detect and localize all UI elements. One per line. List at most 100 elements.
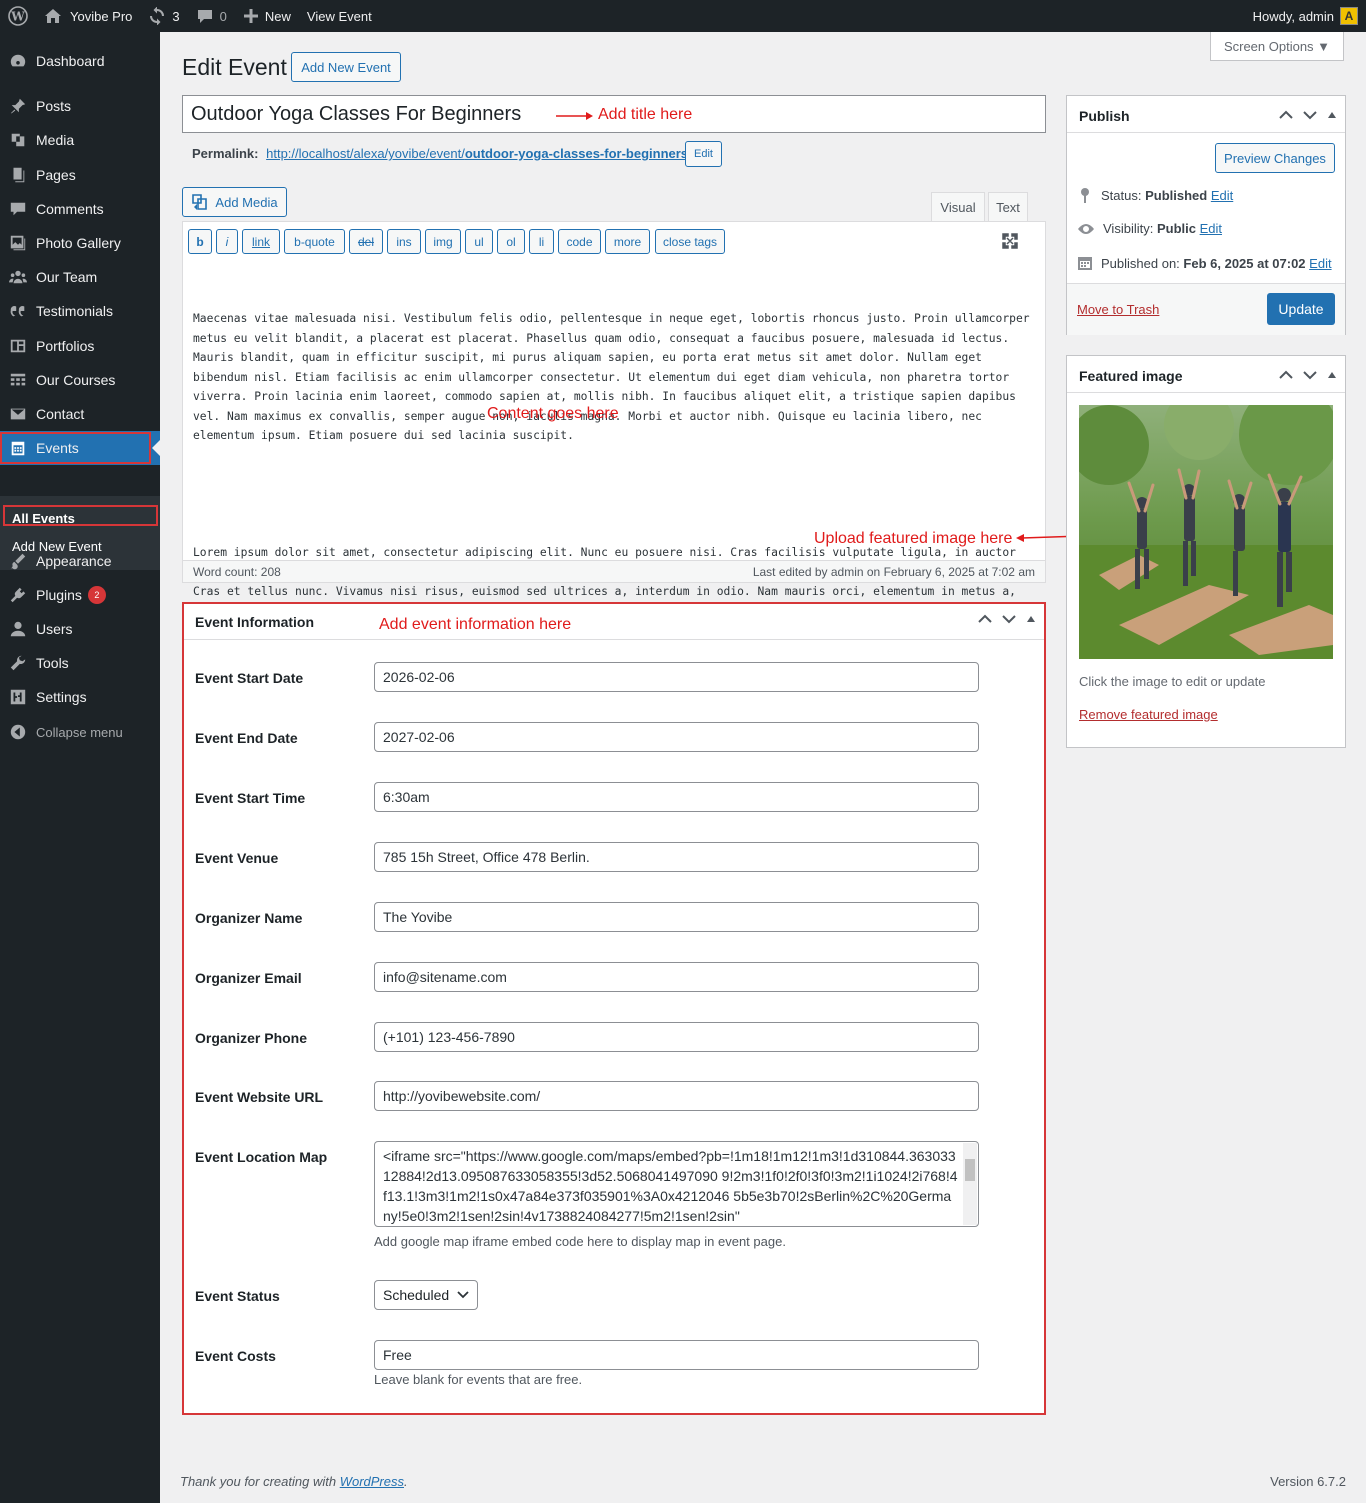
qt-italic-button[interactable]: i [216, 229, 238, 254]
comment-bubble-icon [197, 10, 212, 23]
active-indicator [152, 440, 160, 456]
organizer-name-input[interactable]: The Yovibe [374, 902, 979, 932]
menu-appearance[interactable]: Appearance [0, 544, 160, 578]
menu-users[interactable]: Users [0, 612, 160, 646]
status-edit-link[interactable]: Edit [1211, 188, 1233, 203]
visibility-value: Public [1156, 221, 1196, 236]
menu-photo-gallery[interactable]: Photo Gallery [0, 226, 160, 260]
visibility-edit-link[interactable]: Edit [1200, 221, 1222, 236]
qt-ul-button[interactable]: ul [465, 229, 493, 254]
qt-li-button[interactable]: li [529, 229, 554, 254]
update-button[interactable]: Update [1267, 293, 1335, 325]
add-new-event-button[interactable]: Add New Event [291, 52, 401, 82]
view-event-link[interactable]: View Event [299, 0, 380, 32]
menu-our-team[interactable]: Our Team [0, 260, 160, 294]
chevron-up-icon[interactable] [978, 614, 992, 624]
event-start-date-label: Event Start Date [195, 670, 304, 686]
menu-pages[interactable]: Pages [0, 158, 160, 192]
map-embed-code: <iframe src="https://www.google.com/maps… [383, 1148, 958, 1224]
qt-more-button[interactable]: more [605, 229, 650, 254]
qt-close-tags-button[interactable]: close tags [655, 229, 725, 254]
qt-bquote-button[interactable]: b-quote [284, 229, 345, 254]
menu-comments[interactable]: Comments [0, 192, 160, 226]
menu-label: Portfolios [36, 338, 95, 354]
qt-ins-button[interactable]: ins [387, 229, 421, 254]
qt-code-button[interactable]: code [558, 229, 601, 254]
menu-settings[interactable]: Settings [0, 680, 160, 714]
chevron-up-icon[interactable] [1279, 370, 1293, 380]
menu-dashboard[interactable]: Dashboard [0, 44, 160, 78]
event-start-time-input[interactable]: 6:30am [374, 782, 979, 812]
menu-label: Users [36, 621, 73, 637]
wrench-icon [10, 655, 26, 671]
organizer-phone-label: Organizer Phone [195, 1030, 308, 1046]
event-venue-input[interactable]: 785 15h Street, Office 478 Berlin. [374, 842, 979, 872]
chevron-down-icon[interactable] [1002, 614, 1016, 624]
menu-testimonials[interactable]: Testimonials [0, 294, 160, 328]
remove-featured-image-link[interactable]: Remove featured image [1079, 707, 1218, 722]
qt-link-button[interactable]: link [242, 229, 280, 254]
menu-contact[interactable]: Contact [0, 397, 160, 431]
menu-plugins[interactable]: Plugins 2 [0, 578, 160, 612]
permalink-edit-button[interactable]: Edit [685, 141, 722, 167]
qt-img-button[interactable]: img [425, 229, 461, 254]
event-info-header[interactable]: Event Information [184, 604, 1044, 640]
qt-bold-button[interactable]: b [188, 229, 212, 254]
gallery-icon [10, 235, 26, 251]
site-name: Yovibe Pro [70, 8, 133, 24]
events-highlight-box [0, 432, 151, 464]
wordpress-logo-icon[interactable]: W [0, 0, 36, 32]
event-website-input[interactable]: http://yovibewebsite.com/ [374, 1081, 979, 1111]
last-edited: Last edited by admin on February 6, 2025… [752, 564, 1035, 579]
chevron-down-icon[interactable] [1303, 370, 1317, 380]
collapse-triangle-icon[interactable] [1327, 111, 1337, 119]
collapse-menu-button[interactable]: Collapse menu [0, 715, 160, 749]
organizer-email-input[interactable]: info@sitename.com [374, 962, 979, 992]
footer-wordpress-link[interactable]: WordPress [340, 1474, 404, 1489]
collapse-triangle-icon[interactable] [1327, 371, 1337, 379]
tab-visual[interactable]: Visual [931, 192, 985, 222]
permalink-link[interactable]: http://localhost/alexa/yovibe/event/outd… [266, 146, 692, 161]
menu-tools[interactable]: Tools [0, 646, 160, 680]
preview-changes-button[interactable]: Preview Changes [1215, 143, 1335, 173]
chevron-down-icon[interactable] [1303, 110, 1317, 120]
event-start-date-input[interactable]: 2026-02-06 [374, 662, 979, 692]
howdy-text: Howdy, admin [1252, 8, 1334, 24]
event-status-select[interactable]: Scheduled [374, 1280, 478, 1310]
event-start-time-label: Event Start Time [195, 790, 306, 806]
move-to-trash-link[interactable]: Move to Trash [1077, 302, 1159, 317]
site-name-link[interactable]: Yovibe Pro [36, 0, 140, 32]
menu-label: Collapse menu [36, 724, 123, 740]
event-costs-input[interactable]: Free [374, 1340, 979, 1370]
menu-media[interactable]: Media [0, 123, 160, 157]
organizer-email-label: Organizer Email [195, 970, 302, 986]
screen-options-button[interactable]: Screen Options ▼ [1210, 32, 1344, 61]
comments-link[interactable]: 0 [188, 0, 235, 32]
tab-text[interactable]: Text [988, 192, 1028, 222]
new-label: New [264, 8, 291, 24]
featured-image-thumbnail[interactable] [1079, 405, 1333, 659]
new-content-link[interactable]: New [235, 0, 299, 32]
scrollbar-thumb[interactable] [965, 1159, 975, 1181]
qt-ol-button[interactable]: ol [497, 229, 525, 254]
menu-portfolios[interactable]: Portfolios [0, 329, 160, 363]
menu-posts[interactable]: Posts [0, 89, 160, 123]
chevron-up-icon[interactable] [1279, 110, 1293, 120]
event-end-date-input[interactable]: 2027-02-06 [374, 722, 979, 752]
published-edit-link[interactable]: Edit [1309, 256, 1331, 271]
updates-link[interactable]: 3 [140, 0, 187, 32]
fullscreen-icon[interactable] [1001, 232, 1019, 250]
collapse-triangle-icon[interactable] [1026, 615, 1036, 623]
menu-label: Our Team [36, 269, 98, 285]
add-media-button[interactable]: Add Media [182, 187, 287, 217]
admin-sidebar: Dashboard Posts Media Pages Comments Pho… [0, 32, 160, 1503]
add-media-icon [192, 194, 208, 210]
qt-del-button[interactable]: del [349, 229, 383, 254]
event-location-map-textarea[interactable]: <iframe src="https://www.google.com/maps… [374, 1141, 979, 1227]
textarea-scrollbar[interactable] [963, 1143, 977, 1225]
quote-icon [10, 305, 25, 317]
menu-our-courses[interactable]: Our Courses [0, 363, 160, 397]
my-account[interactable]: Howdy, admin A [1253, 7, 1366, 25]
menu-label: Our Courses [36, 372, 116, 388]
organizer-phone-input[interactable]: (+101) 123-456-7890 [374, 1022, 979, 1052]
